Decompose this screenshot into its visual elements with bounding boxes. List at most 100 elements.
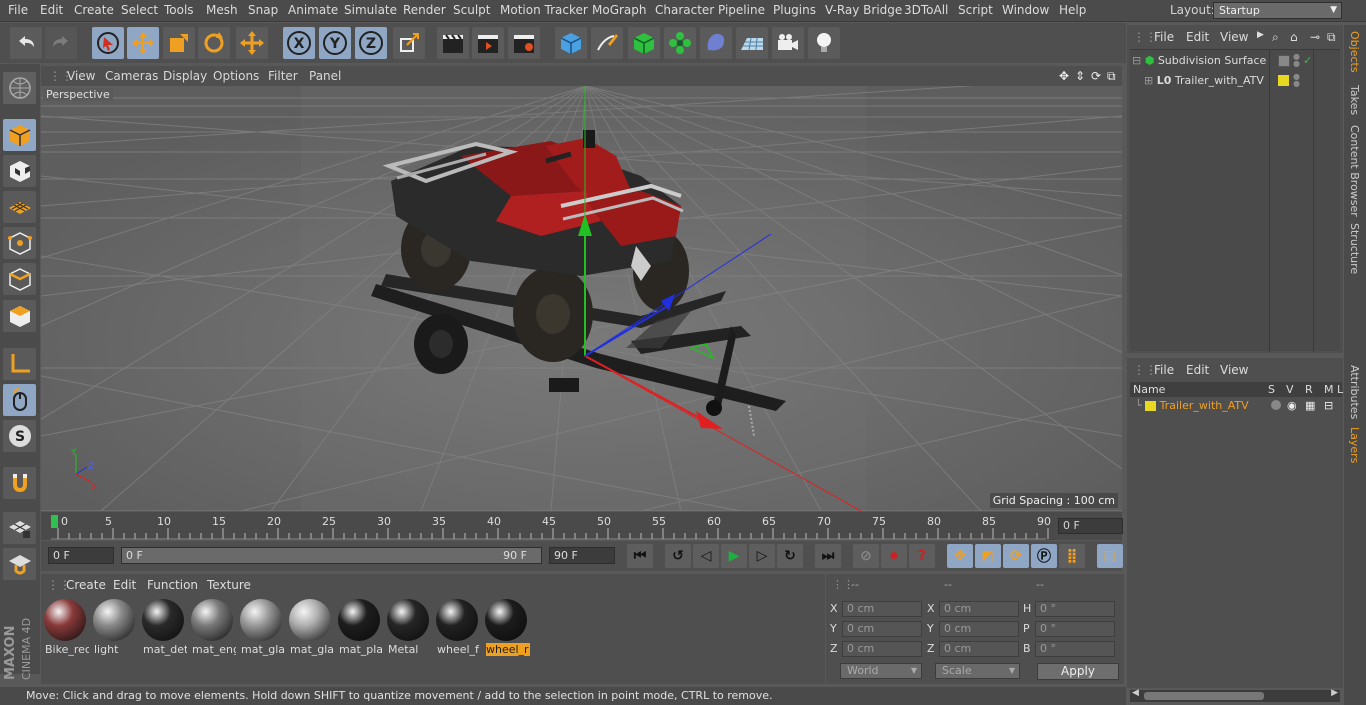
menu-window[interactable]: Window: [1002, 3, 1049, 17]
scale-tool-button[interactable]: [163, 27, 195, 59]
material-swatch[interactable]: Metal: [386, 598, 432, 656]
menu-vray-bridge[interactable]: V-Ray Bridge: [825, 3, 902, 17]
workplane-lock-button[interactable]: [3, 512, 36, 544]
apply-button[interactable]: Apply: [1037, 663, 1119, 680]
key-pla-button[interactable]: ⣿: [1059, 544, 1085, 568]
menu-character[interactable]: Character: [655, 3, 714, 17]
recent-tool-button[interactable]: [236, 27, 268, 59]
menu-sculpt[interactable]: Sculpt: [453, 3, 490, 17]
snap-button[interactable]: S: [3, 420, 36, 452]
menu-snap[interactable]: Snap: [248, 3, 278, 17]
coord-value-field[interactable]: 0 cm: [842, 641, 922, 657]
tab-objects[interactable]: Objects: [1348, 31, 1361, 73]
object-menu-edit[interactable]: Edit: [1186, 30, 1209, 44]
layout-select[interactable]: Startup ▼: [1213, 2, 1342, 19]
back-icon[interactable]: ⊸: [1310, 30, 1320, 44]
viewport-move-icon[interactable]: ✥: [1059, 69, 1069, 83]
key-scale-button[interactable]: ◩: [975, 544, 1001, 568]
menu-pipeline[interactable]: Pipeline: [718, 3, 765, 17]
render-view-button[interactable]: [437, 27, 469, 59]
timeline-window-button[interactable]: ▤: [1097, 544, 1123, 568]
play-button[interactable]: ▶: [721, 544, 747, 568]
floor-button[interactable]: [736, 27, 768, 59]
edges-mode-button[interactable]: [3, 263, 36, 295]
viewport-menu-options[interactable]: Options: [213, 69, 259, 83]
cube-button[interactable]: [555, 27, 587, 59]
viewport-menu-cameras[interactable]: Cameras: [105, 69, 158, 83]
live-selection-button[interactable]: [92, 27, 124, 59]
object-menu-file[interactable]: File: [1154, 30, 1174, 44]
menu-mesh[interactable]: Mesh: [206, 3, 238, 17]
column-render[interactable]: R: [1305, 383, 1313, 396]
scrollbar-thumb[interactable]: [1144, 692, 1264, 700]
coord-value-field[interactable]: 0 cm: [939, 621, 1019, 637]
layer-menu-file[interactable]: File: [1154, 363, 1174, 377]
viewport-menu-filter[interactable]: Filter: [268, 69, 298, 83]
y-axis-button[interactable]: Y: [319, 27, 351, 59]
material-menu-edit[interactable]: Edit: [113, 578, 136, 592]
current-frame-field[interactable]: 0 F: [1058, 518, 1123, 534]
column-name[interactable]: Name: [1133, 383, 1165, 396]
coord-value-field[interactable]: 0 cm: [939, 641, 1019, 657]
layer-color-swatch[interactable]: [1145, 401, 1157, 411]
size-mode-select[interactable]: Scale ▼: [935, 663, 1020, 679]
render-picture-viewer-button[interactable]: [472, 27, 504, 59]
coord-value-field[interactable]: 0 °: [1035, 601, 1115, 617]
timeline-ruler[interactable]: 0 5 10 15 20 25 30 35 40 45 50 55 60 65 …: [41, 512, 1123, 540]
layer-color-swatch[interactable]: [1278, 75, 1289, 86]
viewport-menu-panel[interactable]: Panel: [309, 69, 341, 83]
menu-animate[interactable]: Animate: [288, 3, 338, 17]
previous-key-button[interactable]: ↺: [665, 544, 691, 568]
render-settings-button[interactable]: [508, 27, 540, 59]
key-rotation-button[interactable]: ⟳: [1003, 544, 1029, 568]
tab-takes[interactable]: Takes: [1348, 85, 1361, 115]
menu-help[interactable]: Help: [1059, 3, 1086, 17]
cloner-button[interactable]: [664, 27, 696, 59]
go-to-start-button[interactable]: ⏮: [627, 544, 653, 568]
camera-button[interactable]: [772, 27, 804, 59]
polygons-mode-button[interactable]: [3, 300, 36, 332]
move-tool-button[interactable]: [127, 27, 159, 59]
material-swatch[interactable]: wheel_r: [484, 598, 530, 656]
magnet-button[interactable]: [3, 467, 36, 499]
menu-file[interactable]: File: [8, 3, 28, 17]
material-swatch[interactable]: mat_eng: [190, 598, 236, 656]
material-menu-function[interactable]: Function: [147, 578, 198, 592]
viewport-rotate-icon[interactable]: ⟳: [1091, 69, 1101, 83]
next-key-button[interactable]: ↻: [777, 544, 803, 568]
material-swatch[interactable]: wheel_f: [435, 598, 481, 656]
tab-content-browser[interactable]: Content Browser: [1348, 125, 1361, 217]
go-to-end-button[interactable]: ⏭: [815, 544, 841, 568]
visibility-dots-icon[interactable]: ● ●: [1293, 73, 1300, 88]
new-window-icon[interactable]: ⧉: [1327, 30, 1336, 45]
coord-value-field[interactable]: 0 °: [1035, 621, 1115, 637]
frame-range-slider[interactable]: 0 F 90 F: [121, 547, 542, 564]
menu-create[interactable]: Create: [74, 3, 114, 17]
keyframe-selection-button[interactable]: ?: [909, 544, 935, 568]
material-swatch[interactable]: mat_gla: [288, 598, 334, 656]
viewport-menu-view[interactable]: View: [67, 69, 95, 83]
column-locked[interactable]: L: [1337, 383, 1343, 396]
menu-tools[interactable]: Tools: [164, 3, 194, 17]
end-frame-field[interactable]: 90 F: [549, 547, 615, 564]
model-mode-button[interactable]: [3, 119, 36, 151]
chevron-right-icon[interactable]: ▶: [1257, 30, 1264, 40]
menu-script[interactable]: Script: [958, 3, 993, 17]
layer-horizontal-scrollbar[interactable]: ◀ ▶: [1130, 688, 1340, 702]
layer-menu-view[interactable]: View: [1220, 363, 1248, 377]
redo-button[interactable]: [45, 27, 77, 59]
previous-frame-button[interactable]: ◁: [693, 544, 719, 568]
rotate-tool-button[interactable]: [198, 27, 230, 59]
object-row-subdivision-surface[interactable]: ⊟ ⬢ Subdivision Surface ● ● ✓: [1132, 53, 1337, 68]
key-parameter-button[interactable]: Ⓟ: [1031, 544, 1057, 568]
column-solo[interactable]: S: [1268, 383, 1275, 396]
texture-mode-button[interactable]: [3, 155, 36, 187]
material-menu-texture[interactable]: Texture: [207, 578, 251, 592]
column-visible[interactable]: V: [1286, 383, 1294, 396]
coord-value-field[interactable]: 0 cm: [842, 601, 922, 617]
make-editable-button[interactable]: [3, 72, 36, 104]
key-position-button[interactable]: ✥: [947, 544, 973, 568]
light-button[interactable]: [808, 27, 840, 59]
enabled-check-icon[interactable]: ✓: [1303, 54, 1312, 67]
manager-icon[interactable]: ⊟: [1324, 399, 1333, 412]
